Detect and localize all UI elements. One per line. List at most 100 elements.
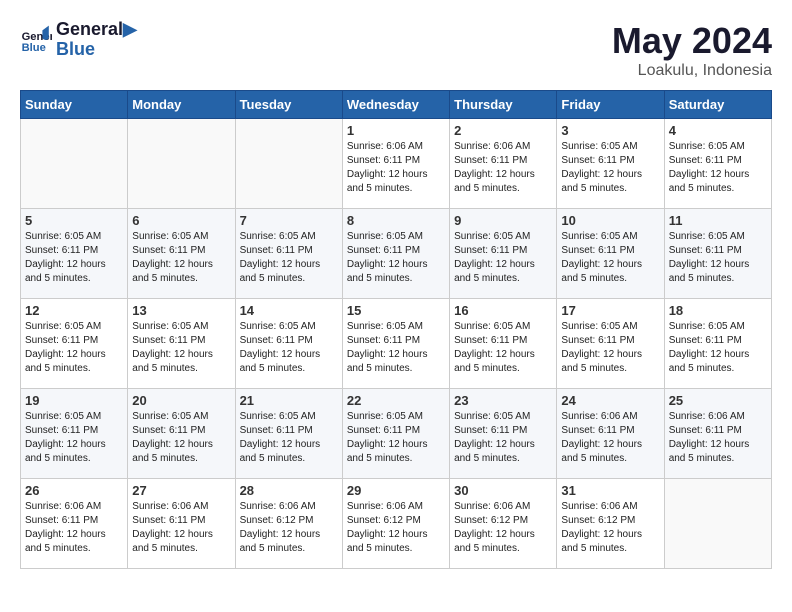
calendar-cell: 14Sunrise: 6:05 AM Sunset: 6:11 PM Dayli… xyxy=(235,299,342,389)
weekday-header-monday: Monday xyxy=(128,91,235,119)
calendar-cell: 28 Sunrise: 6:06 AM Sunset: 6:12 PM Dayli… xyxy=(235,479,342,569)
day-number: 15 xyxy=(347,303,445,318)
weekday-header-tuesday: Tuesday xyxy=(235,91,342,119)
day-number: 18 xyxy=(669,303,767,318)
calendar-week-row: 19 Sunrise: 6:05 AM Sunset: 6:11 PM Dayli… xyxy=(21,389,772,479)
day-number: 21 xyxy=(240,393,338,408)
calendar-cell: 21Sunrise: 6:05 AM Sunset: 6:11 PM Dayli… xyxy=(235,389,342,479)
day-number: 27 xyxy=(132,483,230,498)
logo-general: General▶ xyxy=(56,20,137,40)
calendar-cell: 12 Sunrise: 6:05 AM Sunset: 6:11 PM Dayli… xyxy=(21,299,128,389)
logo: General Blue General▶ Blue xyxy=(20,20,137,60)
day-number: 3 xyxy=(561,123,659,138)
day-number: 16 xyxy=(454,303,552,318)
day-number: 11 xyxy=(669,213,767,228)
calendar-week-row: 1 Sunrise: 6:06 AM Sunset: 6:11 PM Daylig… xyxy=(21,119,772,209)
weekday-header-saturday: Saturday xyxy=(664,91,771,119)
day-number: 4 xyxy=(669,123,767,138)
day-info: Sunrise: 6:05 AM Sunset: 6:11 PM Dayligh… xyxy=(454,230,552,286)
day-info: Sunrise: 6:05 AM Sunset: 6:11 PM Dayligh… xyxy=(132,230,230,286)
day-info: Sunrise: 6:05 AM Sunset: 6:11 PM Dayligh… xyxy=(132,320,230,376)
day-info: Sunrise: 6:05 AM Sunset: 6:11 PM Dayligh… xyxy=(454,320,552,376)
day-number: 8 xyxy=(347,213,445,228)
calendar-cell xyxy=(128,119,235,209)
calendar-cell: 10 Sunrise: 6:05 AM Sunset: 6:11 PM Dayli… xyxy=(557,209,664,299)
day-info: Sunrise: 6:05 AM Sunset: 6:11 PM Dayligh… xyxy=(669,140,767,196)
calendar-cell: 31Sunrise: 6:06 AM Sunset: 6:12 PM Dayli… xyxy=(557,479,664,569)
title-block: May 2024 Loakulu, Indonesia xyxy=(612,20,772,80)
day-number: 22 xyxy=(347,393,445,408)
day-info: Sunrise: 6:05 AM Sunset: 6:11 PM Dayligh… xyxy=(561,230,659,286)
day-number: 5 xyxy=(25,213,123,228)
calendar-cell: 24 Sunrise: 6:06 AM Sunset: 6:11 PM Dayli… xyxy=(557,389,664,479)
day-number: 19 xyxy=(25,393,123,408)
calendar-cell: 15 Sunrise: 6:05 AM Sunset: 6:11 PM Dayli… xyxy=(342,299,449,389)
calendar-cell: 22 Sunrise: 6:05 AM Sunset: 6:11 PM Dayli… xyxy=(342,389,449,479)
day-info: Sunrise: 6:06 AM Sunset: 6:12 PM Dayligh… xyxy=(454,500,552,556)
calendar-cell: 9 Sunrise: 6:05 AM Sunset: 6:11 PM Daylig… xyxy=(450,209,557,299)
day-number: 13 xyxy=(132,303,230,318)
calendar-cell: 5Sunrise: 6:05 AM Sunset: 6:11 PM Daylig… xyxy=(21,209,128,299)
weekday-header-wednesday: Wednesday xyxy=(342,91,449,119)
calendar-cell: 13 Sunrise: 6:05 AM Sunset: 6:11 PM Dayli… xyxy=(128,299,235,389)
day-number: 12 xyxy=(25,303,123,318)
day-info: Sunrise: 6:05 AM Sunset: 6:11 PM Dayligh… xyxy=(240,230,338,286)
day-number: 20 xyxy=(132,393,230,408)
calendar-cell: 16 Sunrise: 6:05 AM Sunset: 6:11 PM Dayli… xyxy=(450,299,557,389)
location: Loakulu, Indonesia xyxy=(612,62,772,80)
weekday-header-sunday: Sunday xyxy=(21,91,128,119)
day-info: Sunrise: 6:06 AM Sunset: 6:12 PM Dayligh… xyxy=(240,500,338,556)
day-info: Sunrise: 6:06 AM Sunset: 6:11 PM Dayligh… xyxy=(561,410,659,466)
calendar-week-row: 5 Sunrise: 6:05 AM Sunset: 6:11 PM Daylig… xyxy=(21,209,772,299)
calendar-week-row: 12 Sunrise: 6:05 AM Sunset: 6:11 PM Dayli… xyxy=(21,299,772,389)
logo-icon: General Blue xyxy=(20,24,52,56)
day-info: Sunrise: 6:05 AM Sunset: 6:11 PM Dayligh… xyxy=(669,230,767,286)
calendar-cell: 30 Sunrise: 6:06 AM Sunset: 6:12 PM Dayli… xyxy=(450,479,557,569)
day-number: 25 xyxy=(669,393,767,408)
day-info: Sunrise: 6:05 AM Sunset: 6:11 PM Dayligh… xyxy=(347,410,445,466)
calendar-cell: 23 Sunrise: 6:05 AM Sunset: 6:11 PM Dayli… xyxy=(450,389,557,479)
calendar-cell: 3Sunrise: 6:05 AM Sunset: 6:11 PM Daylig… xyxy=(557,119,664,209)
logo-blue: Blue xyxy=(56,40,137,60)
day-info: Sunrise: 6:06 AM Sunset: 6:12 PM Dayligh… xyxy=(347,500,445,556)
day-number: 14 xyxy=(240,303,338,318)
day-info: Sunrise: 6:05 AM Sunset: 6:11 PM Dayligh… xyxy=(669,320,767,376)
calendar-cell: 2Sunrise: 6:06 AM Sunset: 6:11 PM Daylig… xyxy=(450,119,557,209)
calendar-cell: 8Sunrise: 6:05 AM Sunset: 6:11 PM Daylig… xyxy=(342,209,449,299)
day-number: 10 xyxy=(561,213,659,228)
calendar-cell: 27 Sunrise: 6:06 AM Sunset: 6:11 PM Dayli… xyxy=(128,479,235,569)
calendar-cell: 19 Sunrise: 6:05 AM Sunset: 6:11 PM Dayli… xyxy=(21,389,128,479)
day-number: 7 xyxy=(240,213,338,228)
day-number: 26 xyxy=(25,483,123,498)
calendar-cell: 4 Sunrise: 6:05 AM Sunset: 6:11 PM Daylig… xyxy=(664,119,771,209)
month-title: May 2024 xyxy=(612,20,772,62)
calendar-cell: 11 Sunrise: 6:05 AM Sunset: 6:11 PM Dayli… xyxy=(664,209,771,299)
calendar-cell xyxy=(21,119,128,209)
day-number: 28 xyxy=(240,483,338,498)
calendar-cell xyxy=(235,119,342,209)
day-number: 24 xyxy=(561,393,659,408)
day-number: 30 xyxy=(454,483,552,498)
page-header: General Blue General▶ Blue May 2024 Loak… xyxy=(20,20,772,80)
day-info: Sunrise: 6:05 AM Sunset: 6:11 PM Dayligh… xyxy=(25,410,123,466)
day-info: Sunrise: 6:05 AM Sunset: 6:11 PM Dayligh… xyxy=(25,320,123,376)
weekday-header-thursday: Thursday xyxy=(450,91,557,119)
day-info: Sunrise: 6:06 AM Sunset: 6:11 PM Dayligh… xyxy=(454,140,552,196)
day-info: Sunrise: 6:06 AM Sunset: 6:11 PM Dayligh… xyxy=(25,500,123,556)
calendar-cell: 25 Sunrise: 6:06 AM Sunset: 6:11 PM Dayli… xyxy=(664,389,771,479)
day-info: Sunrise: 6:05 AM Sunset: 6:11 PM Dayligh… xyxy=(347,320,445,376)
calendar-cell: 7 Sunrise: 6:05 AM Sunset: 6:11 PM Daylig… xyxy=(235,209,342,299)
calendar-week-row: 26 Sunrise: 6:06 AM Sunset: 6:11 PM Dayli… xyxy=(21,479,772,569)
calendar-table: SundayMondayTuesdayWednesdayThursdayFrid… xyxy=(20,90,772,569)
day-info: Sunrise: 6:06 AM Sunset: 6:12 PM Dayligh… xyxy=(561,500,659,556)
day-number: 1 xyxy=(347,123,445,138)
day-number: 23 xyxy=(454,393,552,408)
day-number: 29 xyxy=(347,483,445,498)
day-info: Sunrise: 6:06 AM Sunset: 6:11 PM Dayligh… xyxy=(132,500,230,556)
day-info: Sunrise: 6:06 AM Sunset: 6:11 PM Dayligh… xyxy=(669,410,767,466)
calendar-cell xyxy=(664,479,771,569)
day-info: Sunrise: 6:05 AM Sunset: 6:11 PM Dayligh… xyxy=(454,410,552,466)
day-number: 17 xyxy=(561,303,659,318)
calendar-cell: 6Sunrise: 6:05 AM Sunset: 6:11 PM Daylig… xyxy=(128,209,235,299)
day-number: 9 xyxy=(454,213,552,228)
